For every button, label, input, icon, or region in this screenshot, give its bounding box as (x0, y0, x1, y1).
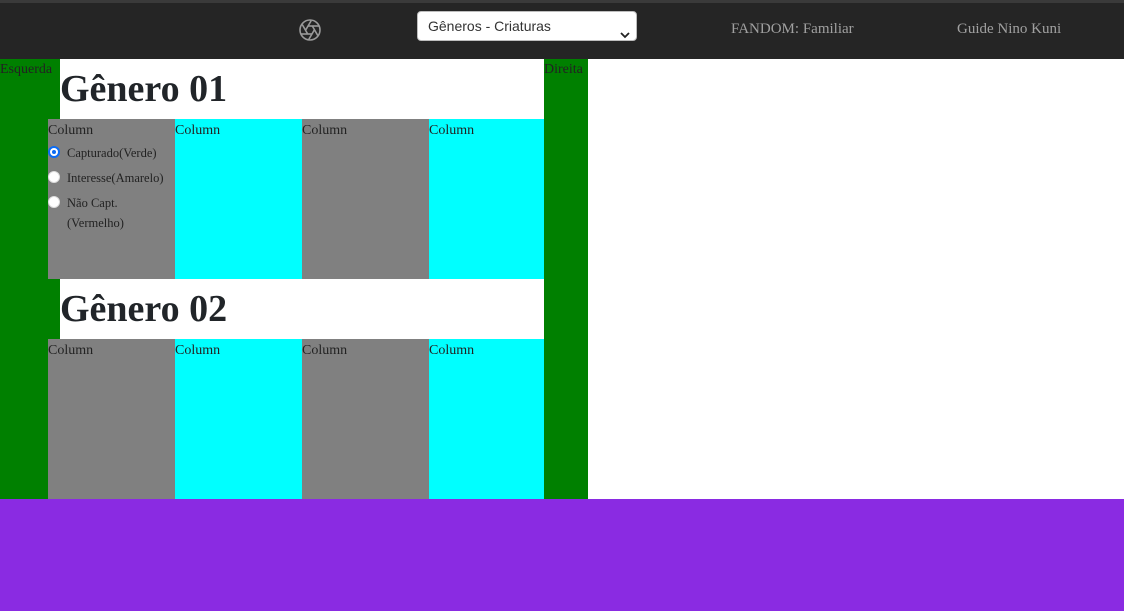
section-row-genero-01: Column Capturado(Verde) Interesse(Amarel… (48, 119, 544, 279)
column-label: Column (48, 343, 94, 358)
radio-button-checked[interactable] (48, 146, 60, 158)
genre-select[interactable]: Gêneros - Criaturas (417, 11, 637, 41)
right-sidebar-label: Direita (544, 62, 583, 77)
section-row-genero-02: Column Column Column Column (48, 339, 544, 499)
column-label: Column (175, 123, 221, 138)
chevron-down-icon (620, 21, 630, 39)
section-title-genero-02: Gênero 02 (60, 279, 544, 339)
column-label: Column (429, 123, 475, 138)
column-label: Column (302, 343, 348, 358)
section-title-genero-01: Gênero 01 (60, 59, 544, 119)
column-cell: Column (302, 119, 429, 279)
radio-capturado[interactable]: Capturado(Verde) (48, 143, 157, 163)
right-sidebar: Direita (544, 59, 588, 499)
column-cell: Column (175, 119, 302, 279)
nav-link-guide[interactable]: Guide Nino Kuni (957, 21, 1061, 38)
radio-label: Interesse(Amarelo) (67, 171, 164, 185)
radio-interesse[interactable]: Interesse(Amarelo) (48, 168, 163, 188)
radio-nao-capturado[interactable]: Não Capt. (Vermelho) (48, 193, 124, 233)
column-cell: Column Capturado(Verde) Interesse(Amarel… (48, 119, 175, 279)
column-label: Column (302, 123, 348, 138)
footer (0, 499, 1124, 611)
genre-select-value: Gêneros - Criaturas (428, 18, 551, 34)
column-label: Column (175, 343, 221, 358)
column-cell: Column (175, 339, 302, 499)
column-cell: Column (429, 339, 544, 499)
radio-button[interactable] (48, 196, 60, 208)
nav-link-fandom[interactable]: FANDOM: Familiar (731, 21, 854, 38)
radio-label: Não Capt. (Vermelho) (67, 196, 124, 230)
aperture-icon[interactable] (298, 18, 322, 42)
column-cell: Column (302, 339, 429, 499)
column-label: Column (48, 123, 94, 138)
column-label: Column (429, 343, 475, 358)
top-navbar: Gêneros - Criaturas FANDOM: Familiar Gui… (0, 0, 1124, 59)
left-sidebar-label: Esquerda (0, 62, 53, 77)
radio-button[interactable] (48, 171, 60, 183)
column-cell: Column (429, 119, 544, 279)
radio-label: Capturado(Verde) (67, 146, 157, 160)
column-cell: Column (48, 339, 175, 499)
